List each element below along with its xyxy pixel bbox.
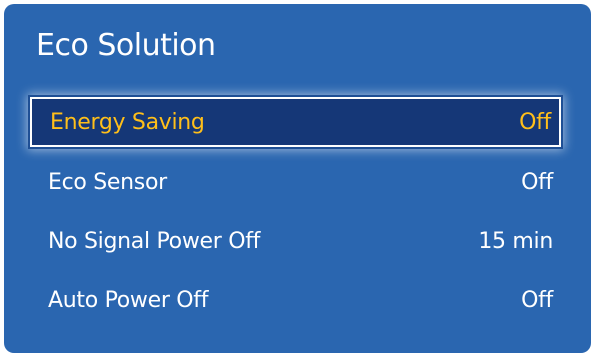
panel-title: Eco Solution	[36, 28, 216, 63]
menu-item-value: Off	[519, 109, 551, 135]
menu-item-energy-saving[interactable]: Energy Saving Off	[30, 97, 561, 147]
menu-item-value: Off	[521, 169, 553, 195]
eco-solution-panel: Eco Solution Energy Saving Off Eco Senso…	[4, 4, 591, 353]
menu-item-auto-power-off[interactable]: Auto Power Off Off	[30, 275, 561, 325]
menu-item-label: Auto Power Off	[48, 287, 209, 313]
menu-item-label: Energy Saving	[50, 109, 205, 135]
menu-item-eco-sensor[interactable]: Eco Sensor Off	[30, 157, 561, 207]
menu-item-value: 15 min	[478, 228, 553, 254]
menu-item-value: Off	[521, 287, 553, 313]
menu-item-label: No Signal Power Off	[48, 228, 261, 254]
menu-item-no-signal-power-off[interactable]: No Signal Power Off 15 min	[30, 216, 561, 266]
menu-item-label: Eco Sensor	[48, 169, 167, 195]
